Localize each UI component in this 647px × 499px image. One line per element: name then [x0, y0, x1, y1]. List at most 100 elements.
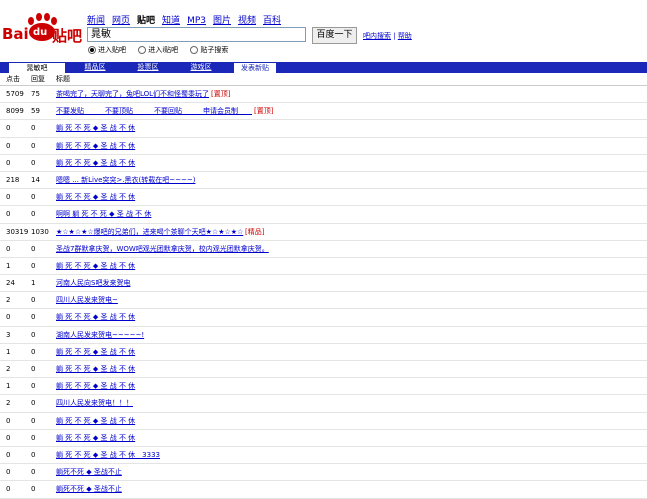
click-count: 0	[6, 468, 11, 477]
nav-web[interactable]: 网页	[112, 16, 130, 26]
table-row: 0 0 躺 死 不 死 ◆ 圣 战 不 休	[0, 309, 647, 327]
thread-title-link[interactable]: 躺 死 不 死 ◆ 圣 战 不 休	[56, 260, 135, 272]
baidu-logo[interactable]: Bai du 贴吧	[2, 11, 86, 45]
click-count: 218	[6, 175, 20, 184]
nav-tieba[interactable]: 贴吧	[137, 16, 155, 26]
table-row: 218 14 嗯嗯 ... 新Live突突>.黑衣(转载在吧~~~~)	[0, 172, 647, 190]
thread-title-link[interactable]: 不要发贴 不要顶贴 不要回贴 申请会员制	[56, 105, 252, 117]
reply-count: 0	[31, 296, 36, 305]
thread-tag: [精品]	[245, 227, 265, 236]
tab-game[interactable]: 游戏区	[186, 62, 216, 73]
click-count: 8099	[6, 107, 24, 116]
click-count: 2	[6, 296, 11, 305]
click-count: 0	[6, 433, 11, 442]
thread-title-link[interactable]: 躺 死 不 死 ◆ 圣 战 不 休 3333	[56, 449, 160, 461]
reply-count: 1	[31, 279, 36, 288]
click-count: 24	[6, 279, 15, 288]
nav-video[interactable]: 视频	[238, 16, 256, 26]
click-count: 3	[6, 330, 11, 339]
reply-count: 0	[31, 485, 36, 494]
reply-count: 0	[31, 416, 36, 425]
search-links: 吧内搜索 | 帮助	[363, 32, 412, 40]
click-count: 30319	[6, 227, 29, 236]
reply-count: 0	[31, 261, 36, 270]
tab-good[interactable]: 精品区	[80, 62, 110, 73]
top-nav: 新闻 网页 贴吧 知道 MP3 图片 视频 百科	[87, 13, 288, 26]
search-button[interactable]: 百度一下	[312, 27, 357, 44]
nav-zhidao[interactable]: 知道	[162, 16, 180, 26]
logo-bai: Bai	[2, 25, 29, 43]
click-count: 1	[6, 347, 11, 356]
table-row: 30319 1030 ★☆★☆★☆爆吧的兄弟们，进来喝个茶聊个天吧★☆★☆★☆ [精品…	[0, 224, 647, 241]
nav-news[interactable]: 新闻	[87, 16, 105, 26]
in-bar-search-link[interactable]: 吧内搜索	[363, 32, 391, 40]
table-row: 5709 75 茶喝完了，天聊完了，兔吧LOL们不和怪蜀黍玩了 [置顶]	[0, 86, 647, 104]
table-row: 0 0 躺 死 不 死 ◆ 圣 战 不 休	[0, 430, 647, 447]
thread-title-link[interactable]: 四川人民发来贺电~	[56, 294, 118, 306]
thread-title-link[interactable]: 躺 死 不 死 ◆ 圣 战 不 休	[56, 311, 135, 323]
thread-title-link[interactable]: 圣战7群默拿庆贺，WOW吧观光团默拿庆贺，校内观光团默拿庆贺。	[56, 243, 269, 255]
thread-title-link[interactable]: 躺 死 不 死 ◆ 圣 战 不 休	[56, 380, 135, 392]
thread-title-link[interactable]: 躺 死 不 死 ◆ 圣 战 不 休	[56, 346, 135, 358]
radio-enter-itieba[interactable]: 进入i贴吧	[138, 46, 178, 54]
tab-good-label: 精品区	[84, 63, 106, 71]
table-row: 0 0 躺 死 不 死 ◆ 圣 战 不 休	[0, 189, 647, 207]
column-header: 点击 回复 标题	[0, 74, 647, 86]
tab-current-bar[interactable]: 晁敏吧	[8, 62, 66, 73]
table-row: 1 0 躺 死 不 死 ◆ 圣 战 不 休	[0, 344, 647, 361]
click-count: 2	[6, 399, 11, 408]
nav-baike[interactable]: 百科	[263, 16, 281, 26]
table-row: 8099 59 不要发贴 不要顶贴 不要回贴 申请会员制 [置顶]	[0, 103, 647, 121]
radio-unchecked-icon	[138, 46, 147, 54]
reply-count: 0	[31, 468, 36, 477]
search-input[interactable]: 晁敏	[87, 27, 306, 42]
thread-title-link[interactable]: 啊啊 躺 死 不 死 ◆ 圣 战 不 休	[56, 208, 151, 220]
thread-title-link[interactable]: 躺 死 不 死 ◆ 圣 战 不 休	[56, 140, 135, 152]
reply-count: 0	[31, 382, 36, 391]
nav-images[interactable]: 图片	[213, 16, 231, 26]
radio-enter-tieba[interactable]: 进入贴吧	[88, 46, 126, 54]
thread-title-link[interactable]: 躺死不死 ◆ 圣战不止	[56, 466, 122, 478]
help-link[interactable]: 帮助	[398, 32, 412, 40]
table-row: 24 1 河南人民向S吧发来贺电	[0, 275, 647, 293]
reply-count: 0	[31, 433, 36, 442]
reply-count: 75	[31, 90, 40, 98]
col-clicks: 点击	[6, 75, 20, 83]
thread-title-link[interactable]: 河南人民向S吧发来贺电	[56, 277, 130, 289]
click-count: 0	[6, 416, 11, 425]
click-count: 0	[6, 485, 11, 494]
reply-count: 0	[31, 313, 36, 322]
reply-count: 0	[31, 450, 36, 459]
table-row: 1 0 躺 死 不 死 ◆ 圣 战 不 休	[0, 258, 647, 276]
thread-title-link[interactable]: 躺死不死 ◆ 圣战不止	[56, 483, 122, 495]
table-row: 3 0 湖南人民发来贺电~~~~~!	[0, 327, 647, 344]
click-count: 0	[6, 193, 11, 202]
new-post-button[interactable]: 发表新贴	[234, 63, 276, 74]
thread-title-link[interactable]: 躺 死 不 死 ◆ 圣 战 不 休	[56, 122, 135, 134]
radio-checked-icon	[88, 46, 96, 54]
thread-title-link[interactable]: ★☆★☆★☆爆吧的兄弟们，进来喝个茶聊个天吧★☆★☆★☆	[56, 226, 243, 238]
thread-title-link[interactable]: 躺 死 不 死 ◆ 圣 战 不 休	[56, 432, 135, 444]
reply-count: 0	[31, 244, 36, 253]
table-row: 0 0 躺 死 不 死 ◆ 圣 战 不 休 3333	[0, 447, 647, 465]
table-row: 0 0 躺 死 不 死 ◆ 圣 战 不 休	[0, 138, 647, 155]
thread-title-link[interactable]: 茶喝完了，天聊完了，兔吧LOL们不和怪蜀黍玩了	[56, 88, 209, 100]
table-row: 0 0 躺死不死 ◆ 圣战不止	[0, 464, 647, 482]
tab-vote[interactable]: 投票区	[133, 62, 163, 73]
radio-post-search[interactable]: 贴子搜索	[190, 46, 228, 54]
thread-title-link[interactable]: 躺 死 不 死 ◆ 圣 战 不 休	[56, 191, 135, 203]
radio-unchecked-icon	[190, 46, 199, 54]
reply-count: 0	[31, 124, 36, 133]
reply-count: 0	[31, 399, 36, 408]
thread-title-link[interactable]: 躺 死 不 死 ◆ 圣 战 不 休	[56, 415, 135, 427]
table-row: 0 0 躺 死 不 死 ◆ 圣 战 不 休	[0, 413, 647, 430]
search-scope-radios: 进入贴吧 进入i贴吧 贴子搜索	[88, 45, 238, 55]
thread-title-link[interactable]: 湖南人民发来贺电~~~~~!	[56, 329, 144, 341]
thread-title-link[interactable]: 躺 死 不 死 ◆ 圣 战 不 休	[56, 363, 135, 375]
thread-title-link[interactable]: 躺 死 不 死 ◆ 圣 战 不 休	[56, 157, 135, 169]
table-row: 1 0 躺 死 不 死 ◆ 圣 战 不 休	[0, 378, 647, 396]
nav-mp3[interactable]: MP3	[187, 16, 206, 26]
table-row: 2 0 四川人民发来贺电！！！	[0, 395, 647, 413]
thread-title-link[interactable]: 四川人民发来贺电！！！	[56, 397, 133, 409]
thread-title-link[interactable]: 嗯嗯 ... 新Live突突>.黑衣(转载在吧~~~~)	[56, 174, 195, 186]
